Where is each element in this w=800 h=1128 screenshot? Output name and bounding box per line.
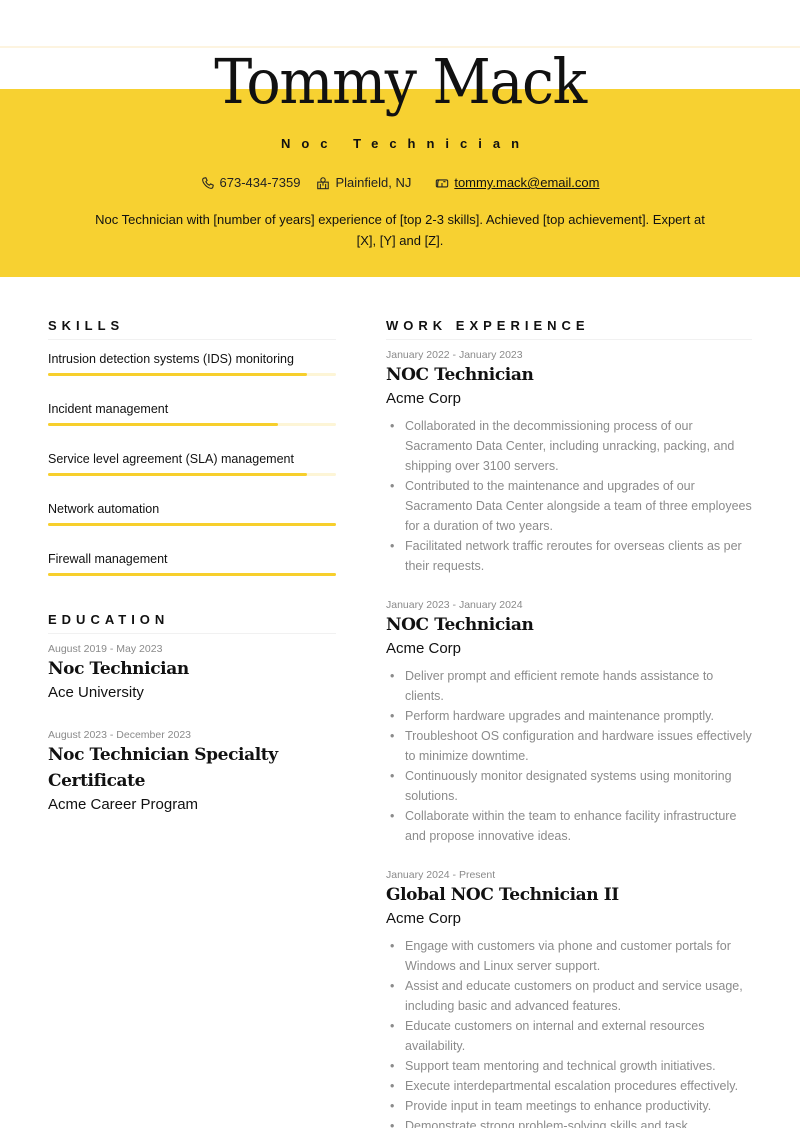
work-bullet: Provide input in team meetings to enhanc… bbox=[386, 1096, 752, 1116]
location-text: Plainfield, NJ bbox=[335, 175, 412, 190]
education-dates: August 2023 - December 2023 bbox=[48, 729, 192, 741]
work-experience-list: January 2022 - January 2023 NOC Technicia… bbox=[386, 348, 752, 1128]
work-bullet: Execute interdepartmental escalation pro… bbox=[386, 1076, 752, 1096]
skill-name: Incident management bbox=[48, 402, 169, 416]
education-degree: Noc Technician Specialty Certificate bbox=[48, 745, 278, 791]
candidate-title: Noc Technician bbox=[280, 136, 531, 151]
education-dates: August 2019 - May 2023 bbox=[48, 643, 163, 655]
education-list: August 2019 - May 2023 Noc Technician Ace … bbox=[48, 642, 336, 816]
work-dates: January 2024 - Present bbox=[386, 869, 496, 881]
skills-list: Intrusion detection systems (IDS) monito… bbox=[48, 350, 336, 590]
candidate-name: Tommy Mack bbox=[214, 45, 587, 118]
phone-icon bbox=[201, 176, 214, 189]
education-section: EDUCATION August 2019 - May 2023 Noc Tech… bbox=[48, 612, 336, 816]
work-bullet: Collaborated in the decommissioning proc… bbox=[386, 416, 752, 476]
skill-item: Network automation bbox=[48, 500, 336, 540]
location-icon bbox=[317, 176, 330, 189]
skill-level-bar bbox=[48, 423, 336, 426]
left-column: SKILLS Intrusion detection systems (IDS)… bbox=[48, 318, 336, 816]
education-heading: EDUCATION bbox=[48, 612, 336, 634]
work-bullet: Educate customers on internal and extern… bbox=[386, 1016, 752, 1056]
work-bullets: Deliver prompt and efficient remote hand… bbox=[386, 666, 752, 846]
skill-level-fill bbox=[48, 373, 308, 376]
work-company: Acme Corp bbox=[386, 390, 462, 407]
skills-section: SKILLS Intrusion detection systems (IDS)… bbox=[48, 318, 336, 590]
work-dates: January 2023 - January 2024 bbox=[386, 599, 523, 611]
education-entry: August 2023 - December 2023 Noc Technicia… bbox=[48, 728, 336, 816]
work-bullet: Perform hardware upgrades and maintenanc… bbox=[386, 706, 752, 726]
work-bullet: Support team mentoring and technical gro… bbox=[386, 1056, 752, 1076]
skill-name: Intrusion detection systems (IDS) monito… bbox=[48, 352, 294, 366]
skill-item: Intrusion detection systems (IDS) monito… bbox=[48, 350, 336, 390]
mailbox-icon bbox=[436, 178, 449, 187]
contact-location: Plainfield, NJ bbox=[316, 175, 411, 190]
work-bullets: Collaborated in the decommissioning proc… bbox=[386, 416, 752, 576]
education-school: Acme Career Program bbox=[48, 796, 199, 813]
work-bullet: Troubleshoot OS configuration and hardwa… bbox=[386, 726, 752, 766]
contact-email[interactable]: tommy.mack@email.com bbox=[435, 175, 599, 190]
skill-name: Firewall management bbox=[48, 552, 168, 566]
work-bullet: Assist and educate customers on product … bbox=[386, 976, 752, 1016]
education-school: Ace University bbox=[48, 684, 144, 701]
work-entry: January 2022 - January 2023 NOC Technicia… bbox=[386, 348, 752, 576]
skill-item: Incident management bbox=[48, 400, 336, 440]
skill-level-bar bbox=[48, 473, 336, 476]
work-entry: January 2024 - Present Global NOC Technic… bbox=[386, 868, 752, 1128]
skill-level-fill bbox=[48, 423, 279, 426]
work-bullet: Facilitated network traffic reroutes for… bbox=[386, 536, 752, 576]
skill-level-fill bbox=[48, 523, 336, 526]
work-role: NOC Technician bbox=[386, 615, 534, 635]
right-column: WORK EXPERIENCE January 2022 - January 2… bbox=[386, 318, 752, 1128]
work-role: Global NOC Technician II bbox=[386, 885, 619, 905]
work-entry: January 2023 - January 2024 NOC Technicia… bbox=[386, 598, 752, 846]
education-entry: August 2019 - May 2023 Noc Technician Ace … bbox=[48, 642, 336, 704]
work-bullet: Deliver prompt and efficient remote hand… bbox=[386, 666, 752, 706]
skill-item: Firewall management bbox=[48, 550, 336, 590]
skill-name: Service level agreement (SLA) management bbox=[48, 452, 294, 466]
work-company: Acme Corp bbox=[386, 640, 462, 657]
work-role: NOC Technician bbox=[386, 365, 534, 385]
work-experience-section: WORK EXPERIENCE January 2022 - January 2… bbox=[386, 318, 752, 1128]
work-experience-heading: WORK EXPERIENCE bbox=[386, 318, 752, 340]
work-bullet: Contributed to the maintenance and upgra… bbox=[386, 476, 752, 536]
skill-item: Service level agreement (SLA) management bbox=[48, 450, 336, 490]
phone-number: 673-434-7359 bbox=[219, 175, 301, 190]
contact-phone[interactable]: 673-434-7359 bbox=[201, 175, 301, 190]
work-bullet: Engage with customers via phone and cust… bbox=[386, 936, 752, 976]
work-dates: January 2022 - January 2023 bbox=[386, 349, 523, 361]
skill-level-fill bbox=[48, 473, 308, 476]
skill-level-bar bbox=[48, 523, 336, 526]
email-link[interactable]: tommy.mack@email.com bbox=[454, 175, 599, 190]
skills-heading: SKILLS bbox=[48, 318, 336, 340]
work-bullet: Demonstrate strong problem-solving skill… bbox=[386, 1116, 752, 1128]
professional-summary: Noc Technician with [number of years] ex… bbox=[95, 212, 705, 248]
skill-level-fill bbox=[48, 573, 336, 576]
work-bullet: Continuously monitor designated systems … bbox=[386, 766, 752, 806]
skill-name: Network automation bbox=[48, 502, 160, 516]
work-bullets: Engage with customers via phone and cust… bbox=[386, 936, 752, 1128]
skill-level-bar bbox=[48, 373, 336, 376]
work-bullet: Collaborate within the team to enhance f… bbox=[386, 806, 752, 846]
skill-level-bar bbox=[48, 573, 336, 576]
work-company: Acme Corp bbox=[386, 910, 462, 927]
education-degree: Noc Technician bbox=[48, 659, 189, 679]
contact-info: 673-434-7359 Plainfield, NJ tommy.mack@e… bbox=[0, 175, 800, 190]
